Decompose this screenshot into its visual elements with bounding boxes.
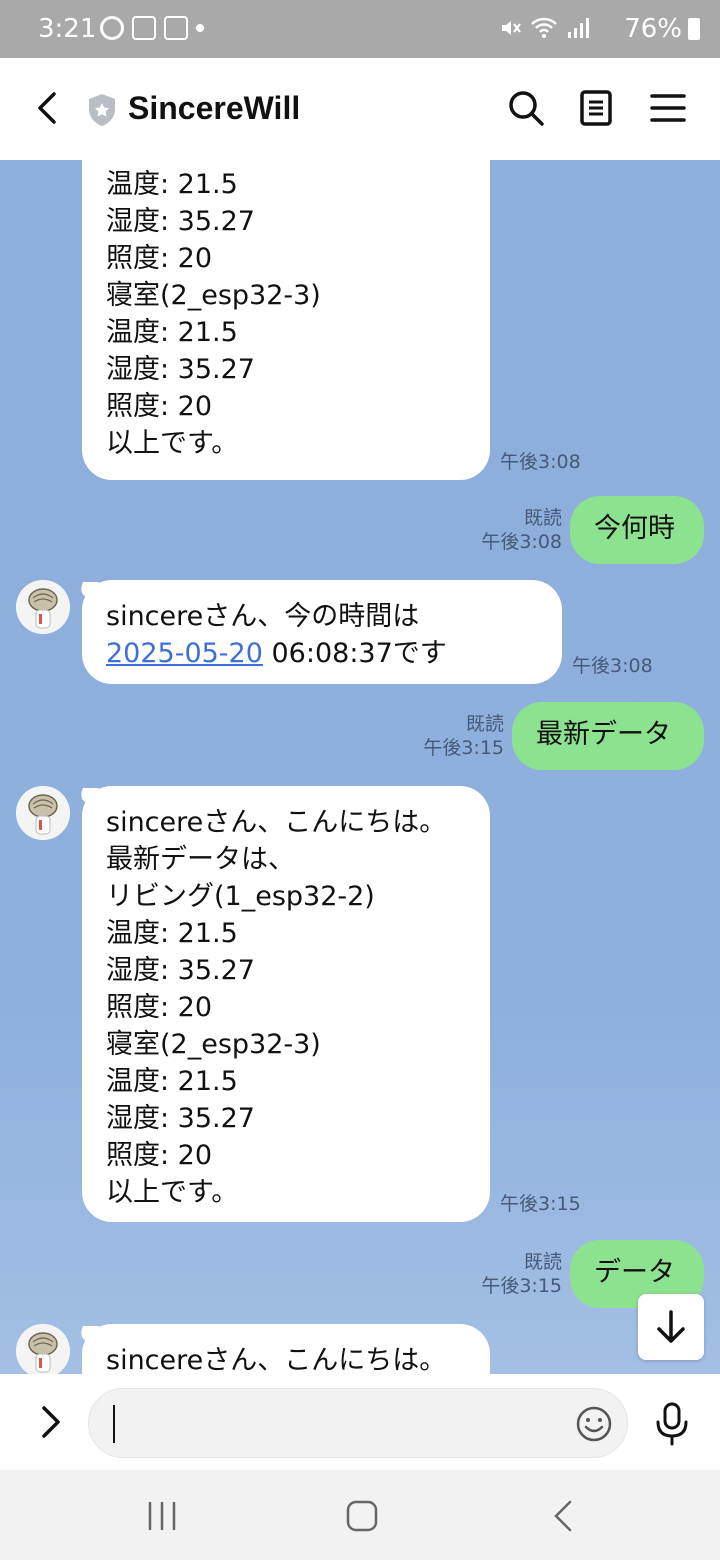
message-line: sincereさん、こんにちは。 bbox=[106, 1345, 447, 1374]
message-line: 以上です。 bbox=[106, 428, 239, 459]
message-time: 午後3:08 bbox=[500, 451, 581, 473]
received-message[interactable]: 温度: 21.5 湿度: 35.27 照度: 20 寝室(2_esp32-3) … bbox=[82, 160, 490, 480]
official-account-shield-icon bbox=[89, 94, 115, 126]
recent-apps-icon[interactable] bbox=[140, 1494, 184, 1538]
message-line: 照度: 20 bbox=[106, 243, 213, 274]
message-time: 午後3:08 bbox=[481, 531, 562, 553]
wifi-icon bbox=[531, 17, 557, 38]
date-link[interactable]: 2025-05-20 bbox=[106, 638, 263, 669]
chat-header: SincereWill bbox=[0, 58, 720, 160]
bot-avatar[interactable] bbox=[16, 1324, 70, 1374]
chat-area[interactable]: 温度: 21.5 湿度: 35.27 照度: 20 寝室(2_esp32-3) … bbox=[0, 160, 720, 1374]
message-line: 寝室(2_esp32-3) bbox=[106, 1029, 321, 1060]
message-line: 以上です。 bbox=[106, 1177, 239, 1208]
message-line: 照度: 20 bbox=[106, 992, 213, 1023]
notes-icon[interactable] bbox=[576, 88, 616, 128]
mute-icon bbox=[502, 21, 521, 35]
received-message[interactable]: sincereさん、こんにちは。 最新データは、 リビング(1_esp32-2)… bbox=[82, 786, 490, 1222]
read-receipt: 既読 午後3:15 bbox=[478, 1250, 562, 1298]
message-line: 湿度: 35.27 bbox=[106, 1103, 255, 1134]
message-line: 温度: 21.5 bbox=[106, 317, 238, 348]
message-line: 温度: 21.5 bbox=[106, 918, 238, 949]
arrow-down-icon bbox=[657, 1310, 685, 1343]
scroll-to-bottom-button[interactable] bbox=[638, 1294, 704, 1360]
read-receipt: 既読 午後3:08 bbox=[478, 506, 562, 554]
sent-message[interactable]: 最新データ bbox=[512, 702, 704, 770]
signal-icon bbox=[568, 18, 589, 38]
message-line: 2025-05-20 06:08:37です bbox=[106, 635, 538, 672]
dot-icon bbox=[196, 24, 204, 32]
message-time: 午後3:15 bbox=[423, 737, 504, 759]
message-input-container[interactable] bbox=[88, 1388, 628, 1458]
message-line: リビング(1_esp32-2) bbox=[106, 881, 375, 912]
microphone-icon[interactable] bbox=[652, 1402, 692, 1446]
chevron-right-icon[interactable] bbox=[30, 1402, 70, 1442]
message-input[interactable] bbox=[113, 1401, 557, 1447]
avatar-image-icon bbox=[16, 1324, 70, 1374]
read-label: 既読 bbox=[465, 713, 504, 735]
home-icon[interactable] bbox=[340, 1494, 384, 1538]
avatar-image-icon bbox=[16, 786, 70, 840]
app-notification-icon bbox=[132, 16, 156, 40]
back-arrow-icon[interactable] bbox=[28, 88, 68, 128]
sent-message[interactable]: 今何時 bbox=[570, 496, 704, 564]
message-text: データ bbox=[594, 1257, 675, 1288]
read-label: 既読 bbox=[523, 507, 562, 529]
message-time: 午後3:15 bbox=[500, 1193, 581, 1215]
message-line: sincereさん、こんにちは。 bbox=[106, 807, 447, 838]
message-line: 湿度: 35.27 bbox=[106, 955, 255, 986]
menu-icon[interactable] bbox=[648, 88, 688, 128]
received-message[interactable]: sincereさん、こんにちは。 bbox=[82, 1324, 490, 1374]
message-line: 温度: 21.5 bbox=[106, 1066, 238, 1097]
battery-level: 76% bbox=[624, 14, 682, 44]
bot-avatar[interactable] bbox=[16, 580, 70, 634]
time-text: 06:08:37です bbox=[262, 638, 447, 669]
bot-avatar[interactable] bbox=[16, 786, 70, 840]
message-time: 午後3:15 bbox=[481, 1275, 562, 1297]
chat-title: SincereWill bbox=[128, 90, 301, 126]
message-time: 午後3:08 bbox=[572, 655, 653, 677]
battery-icon bbox=[688, 18, 700, 40]
system-icons bbox=[498, 16, 590, 40]
message-text: 最新データ bbox=[536, 719, 671, 750]
message-line: 温度: 21.5 bbox=[106, 169, 238, 200]
system-navigation-bar bbox=[0, 1470, 720, 1560]
notification-icons bbox=[100, 16, 204, 40]
emoji-icon[interactable] bbox=[575, 1405, 613, 1443]
message-line: sincereさん、今の時間は bbox=[106, 601, 420, 632]
read-receipt: 既読 午後3:15 bbox=[420, 712, 504, 760]
received-message[interactable]: sincereさん、今の時間は 2025-05-20 06:08:37です bbox=[82, 580, 562, 684]
message-line: 湿度: 35.27 bbox=[106, 354, 255, 385]
message-line: 照度: 20 bbox=[106, 391, 213, 422]
message-line: 最新データは、 bbox=[106, 844, 295, 875]
app-notification-icon bbox=[164, 16, 188, 40]
message-input-bar bbox=[0, 1374, 720, 1470]
back-nav-icon[interactable] bbox=[542, 1494, 586, 1538]
chrome-icon bbox=[100, 16, 124, 40]
status-time: 3:21 bbox=[38, 14, 97, 44]
message-line: 湿度: 35.27 bbox=[106, 206, 255, 237]
read-label: 既読 bbox=[523, 1251, 562, 1273]
message-text: 今何時 bbox=[594, 513, 675, 544]
text-cursor bbox=[113, 1405, 115, 1443]
status-bar: 3:21 76% bbox=[0, 0, 720, 58]
avatar-image-icon bbox=[16, 580, 70, 634]
message-line: 照度: 20 bbox=[106, 1140, 213, 1171]
message-line: 寝室(2_esp32-3) bbox=[106, 280, 321, 311]
search-icon[interactable] bbox=[506, 88, 546, 128]
